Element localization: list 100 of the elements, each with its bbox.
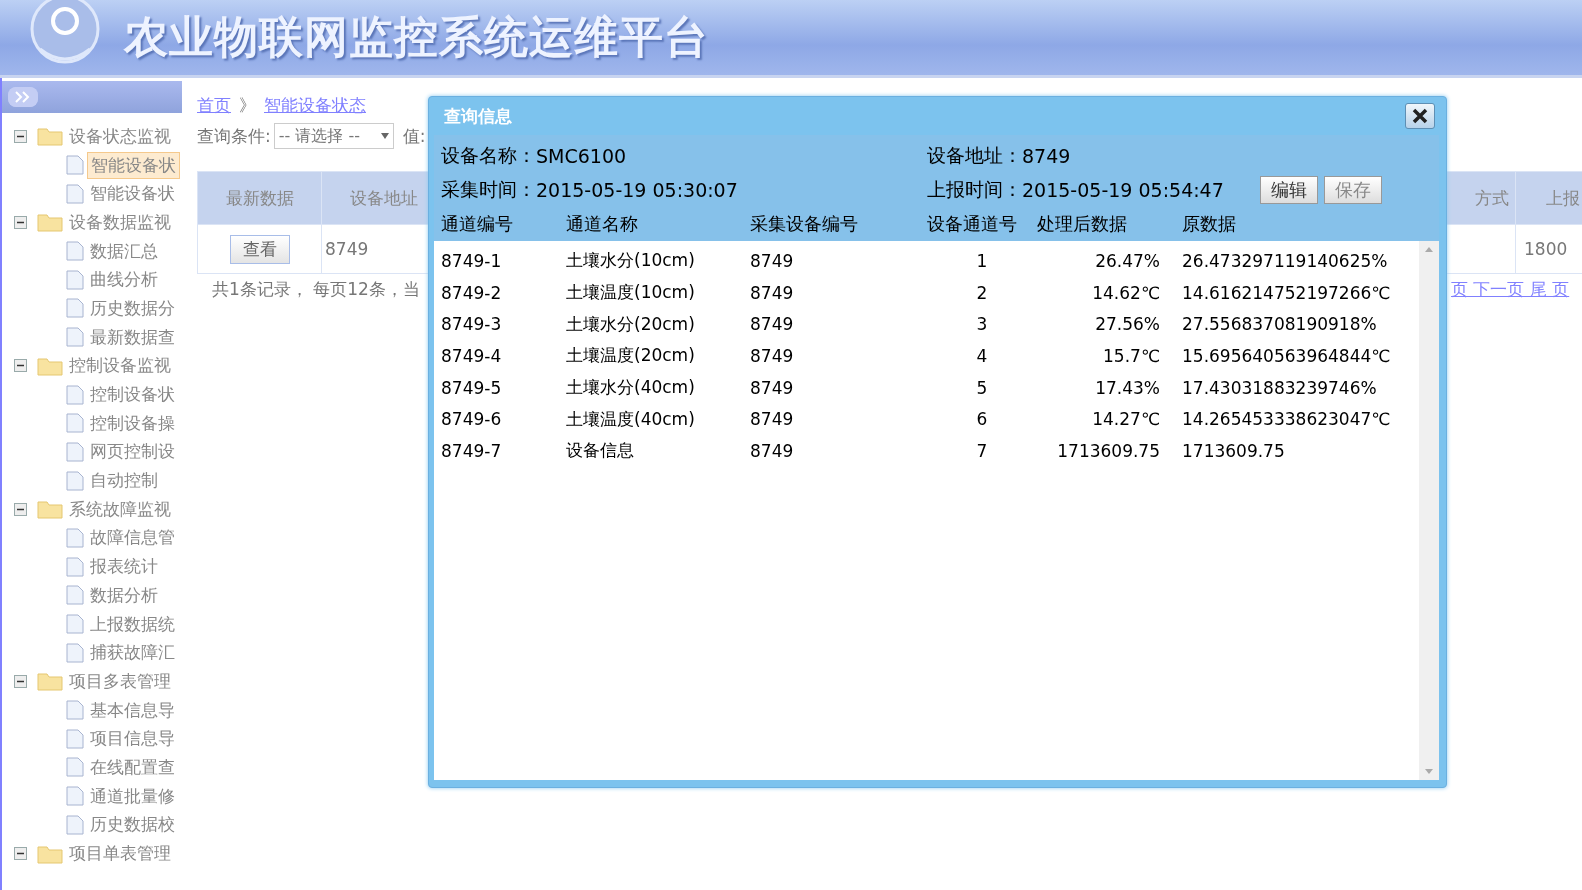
breadcrumb-link[interactable]: 首页 [197,94,231,117]
tree-item[interactable]: 控制设备操 [87,410,178,436]
tree-item[interactable]: 故障信息管 [87,525,178,551]
document-icon [66,728,84,749]
table-cell-text: 土壤水分(40cm) [566,376,696,400]
document-icon [66,556,84,577]
column-header: 处理后数据 [1037,212,1128,236]
tree-group[interactable]: 系统故障监视 [66,496,174,522]
tree-item[interactable]: 智能设备状 [87,151,180,179]
table-cell-text: 2 [975,282,989,303]
tree-item[interactable]: 报表统计 [87,554,161,580]
table-cell-text: 8749-4 [441,345,503,366]
tree-item[interactable]: 历史数据分 [87,295,178,321]
folder-icon [37,212,63,233]
dialog-title: 查询信息 [444,104,512,128]
collapse-icon[interactable] [14,129,27,143]
table-cell-text: 17.43031883239746% [1182,377,1378,398]
table-cell-text: 土壤水分(10cm) [566,249,696,273]
column-header: 最新数据 [197,171,322,225]
document-icon [66,585,84,606]
table-cell-text: 1713609.75 [1056,440,1161,461]
column-header: 通道名称 [566,212,639,236]
column-header: 原数据 [1182,212,1237,236]
column-header: 通道编号 [441,212,514,236]
tree-item[interactable]: 数据汇总 [87,238,161,264]
field-value: SMC6100 [536,145,627,167]
table-cell-text: 17.43% [1094,377,1161,398]
table-cell-text: 8749 [750,282,795,303]
table-cell-text: 7 [975,440,989,461]
close-button[interactable] [1405,103,1435,129]
table-cell-text: 15.695640563964844℃ [1182,345,1392,366]
table-cell-text: 8749 [750,345,795,366]
document-icon [66,384,84,405]
table-cell-text: 8749 [750,250,795,271]
document-icon [66,155,84,176]
document-icon [66,642,84,663]
table-cell-text: 土壤温度(40cm) [566,407,696,431]
condition-select[interactable]: -- 请选择 -- [273,123,394,149]
table-cell-text: 8749-2 [441,282,503,303]
tree-group[interactable]: 设备状态监视 [66,123,174,149]
document-icon [66,470,84,491]
table-cell-text: 27.56% [1094,314,1161,335]
tree-item[interactable]: 最新数据查 [87,324,178,350]
document-icon [66,413,84,434]
collapse-icon[interactable] [14,359,27,373]
table-cell-text: 14.616214752197266℃ [1182,282,1392,303]
table-cell-text: 8749 [750,440,795,461]
close-icon [1412,108,1428,124]
table-cell-text: 土壤温度(20cm) [566,344,696,368]
table-cell-text: 26.473297119140625% [1182,250,1389,271]
collapse-icon[interactable] [14,847,27,861]
save-button[interactable]: 保存 [1323,176,1382,204]
table-cell-text: 8749-5 [441,377,503,398]
tree-group[interactable]: 项目单表管理 [66,841,174,867]
document-icon [66,700,84,721]
breadcrumb-link[interactable]: 智能设备状态 [264,94,366,117]
document-icon [66,757,84,778]
tree-item[interactable]: 在线配置查 [87,754,178,780]
field-label: 设备地址： [927,143,1022,168]
tree-item[interactable]: 数据分析 [87,582,161,608]
collapse-icon[interactable] [14,502,27,516]
tree-item[interactable]: 控制设备状 [87,382,178,408]
pager-links[interactable]: 页 下一页 尾 页 [1451,278,1582,301]
tree-item[interactable]: 通道批量修 [87,783,178,809]
column-header: 方式 [1445,171,1516,225]
field-value: 2015-05-19 05:54:47 [1022,179,1224,201]
table-cell-text: 15.7℃ [1102,345,1161,366]
document-icon [66,183,84,204]
tree-item[interactable]: 历史数据校 [87,812,178,838]
tree-item[interactable]: 基本信息导 [87,697,178,723]
tree-group[interactable]: 设备数据监视 [66,209,174,235]
field-value: 8749 [1022,145,1071,167]
view-button[interactable]: 查看 [229,234,290,264]
tree-item[interactable]: 网页控制设 [87,439,178,465]
tree-item[interactable]: 自动控制 [87,468,161,494]
collapse-icon[interactable] [14,215,27,229]
table-cell-text: 4 [975,345,989,366]
table-cell-text: 设备信息 [566,439,635,463]
folder-icon [37,126,63,147]
tree-item[interactable]: 曲线分析 [87,267,161,293]
tree-item[interactable]: 捕获故障汇 [87,640,178,666]
table-cell-text: 8749 [750,409,795,430]
edit-button[interactable]: 编辑 [1259,176,1318,204]
document-icon [66,298,84,319]
folder-icon [37,499,63,520]
table-cell-text: 14.265453338623047℃ [1182,409,1392,430]
tree-group[interactable]: 项目多表管理 [66,668,174,694]
document-icon [66,269,84,290]
folder-icon [37,843,63,864]
tree-item[interactable]: 智能设备状 [87,181,178,207]
app-title: 农业物联网监控系统运维平台 [124,10,709,64]
column-header: 设备通道号 [927,212,1018,236]
table-cell-text: 8749 [750,314,795,335]
tree-group[interactable]: 控制设备监视 [66,353,174,379]
document-icon [66,441,84,462]
tree-item[interactable]: 上报数据统 [87,611,178,637]
table-cell-text: 1713609.75 [1182,440,1286,461]
collapse-icon[interactable] [14,674,27,688]
tree-item[interactable]: 项目信息导 [87,726,178,752]
table-cell-text: 14.62℃ [1091,282,1161,303]
